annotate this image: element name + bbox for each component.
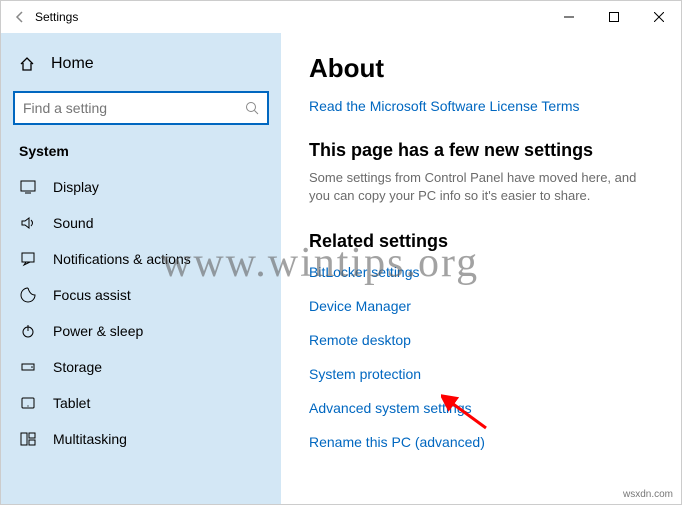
sidebar-item-tablet[interactable]: Tablet <box>7 385 275 421</box>
nav-label: Power & sleep <box>53 323 143 339</box>
notifications-icon <box>19 251 37 267</box>
sidebar-item-display[interactable]: Display <box>7 169 275 205</box>
minimize-button[interactable] <box>546 1 591 33</box>
link-rename-pc[interactable]: Rename this PC (advanced) <box>309 434 653 450</box>
license-link[interactable]: Read the Microsoft Software License Term… <box>309 98 653 114</box>
nav-label: Focus assist <box>53 287 131 303</box>
link-system-protection[interactable]: System protection <box>309 366 653 382</box>
multitasking-icon <box>19 431 37 447</box>
related-settings-heading: Related settings <box>309 231 653 252</box>
sidebar-item-sound[interactable]: Sound <box>7 205 275 241</box>
focus-assist-icon <box>19 287 37 303</box>
titlebar: Settings <box>1 1 681 33</box>
sound-icon <box>19 215 37 231</box>
back-icon <box>13 10 27 24</box>
search-field[interactable] <box>23 100 245 116</box>
sidebar-item-storage[interactable]: Storage <box>7 349 275 385</box>
tablet-icon <box>19 395 37 411</box>
maximize-button[interactable] <box>591 1 636 33</box>
sidebar-item-home[interactable]: Home <box>7 47 275 81</box>
sidebar-item-focus-assist[interactable]: Focus assist <box>7 277 275 313</box>
sidebar-item-power[interactable]: Power & sleep <box>7 313 275 349</box>
nav-label: Storage <box>53 359 102 375</box>
related-links: BitLocker settings Device Manager Remote… <box>309 264 653 450</box>
sidebar-item-notifications[interactable]: Notifications & actions <box>7 241 275 277</box>
link-bitlocker[interactable]: BitLocker settings <box>309 264 653 280</box>
sidebar: Home System Display Sound Notifications … <box>1 33 281 504</box>
search-input[interactable] <box>13 91 269 125</box>
main-panel: About Read the Microsoft Software Licens… <box>281 33 681 504</box>
storage-icon <box>19 359 37 375</box>
home-icon <box>19 56 35 72</box>
nav-label: Multitasking <box>53 431 127 447</box>
content: Home System Display Sound Notifications … <box>1 33 681 504</box>
window-controls <box>546 1 681 33</box>
search-icon <box>245 101 259 115</box>
sidebar-item-multitasking[interactable]: Multitasking <box>7 421 275 457</box>
new-settings-desc: Some settings from Control Panel have mo… <box>309 169 653 205</box>
power-icon <box>19 323 37 339</box>
nav-label: Tablet <box>53 395 90 411</box>
link-remote-desktop[interactable]: Remote desktop <box>309 332 653 348</box>
link-device-manager[interactable]: Device Manager <box>309 298 653 314</box>
nav-label: Notifications & actions <box>53 251 191 267</box>
link-advanced-system-settings[interactable]: Advanced system settings <box>309 400 653 416</box>
home-label: Home <box>51 55 94 73</box>
new-settings-heading: This page has a few new settings <box>309 140 653 161</box>
page-title: About <box>309 53 653 84</box>
nav-label: Sound <box>53 215 93 231</box>
close-button[interactable] <box>636 1 681 33</box>
display-icon <box>19 179 37 195</box>
sidebar-group-system: System <box>7 143 275 169</box>
titlebar-left: Settings <box>13 10 78 24</box>
nav-label: Display <box>53 179 99 195</box>
window-title: Settings <box>35 10 78 24</box>
